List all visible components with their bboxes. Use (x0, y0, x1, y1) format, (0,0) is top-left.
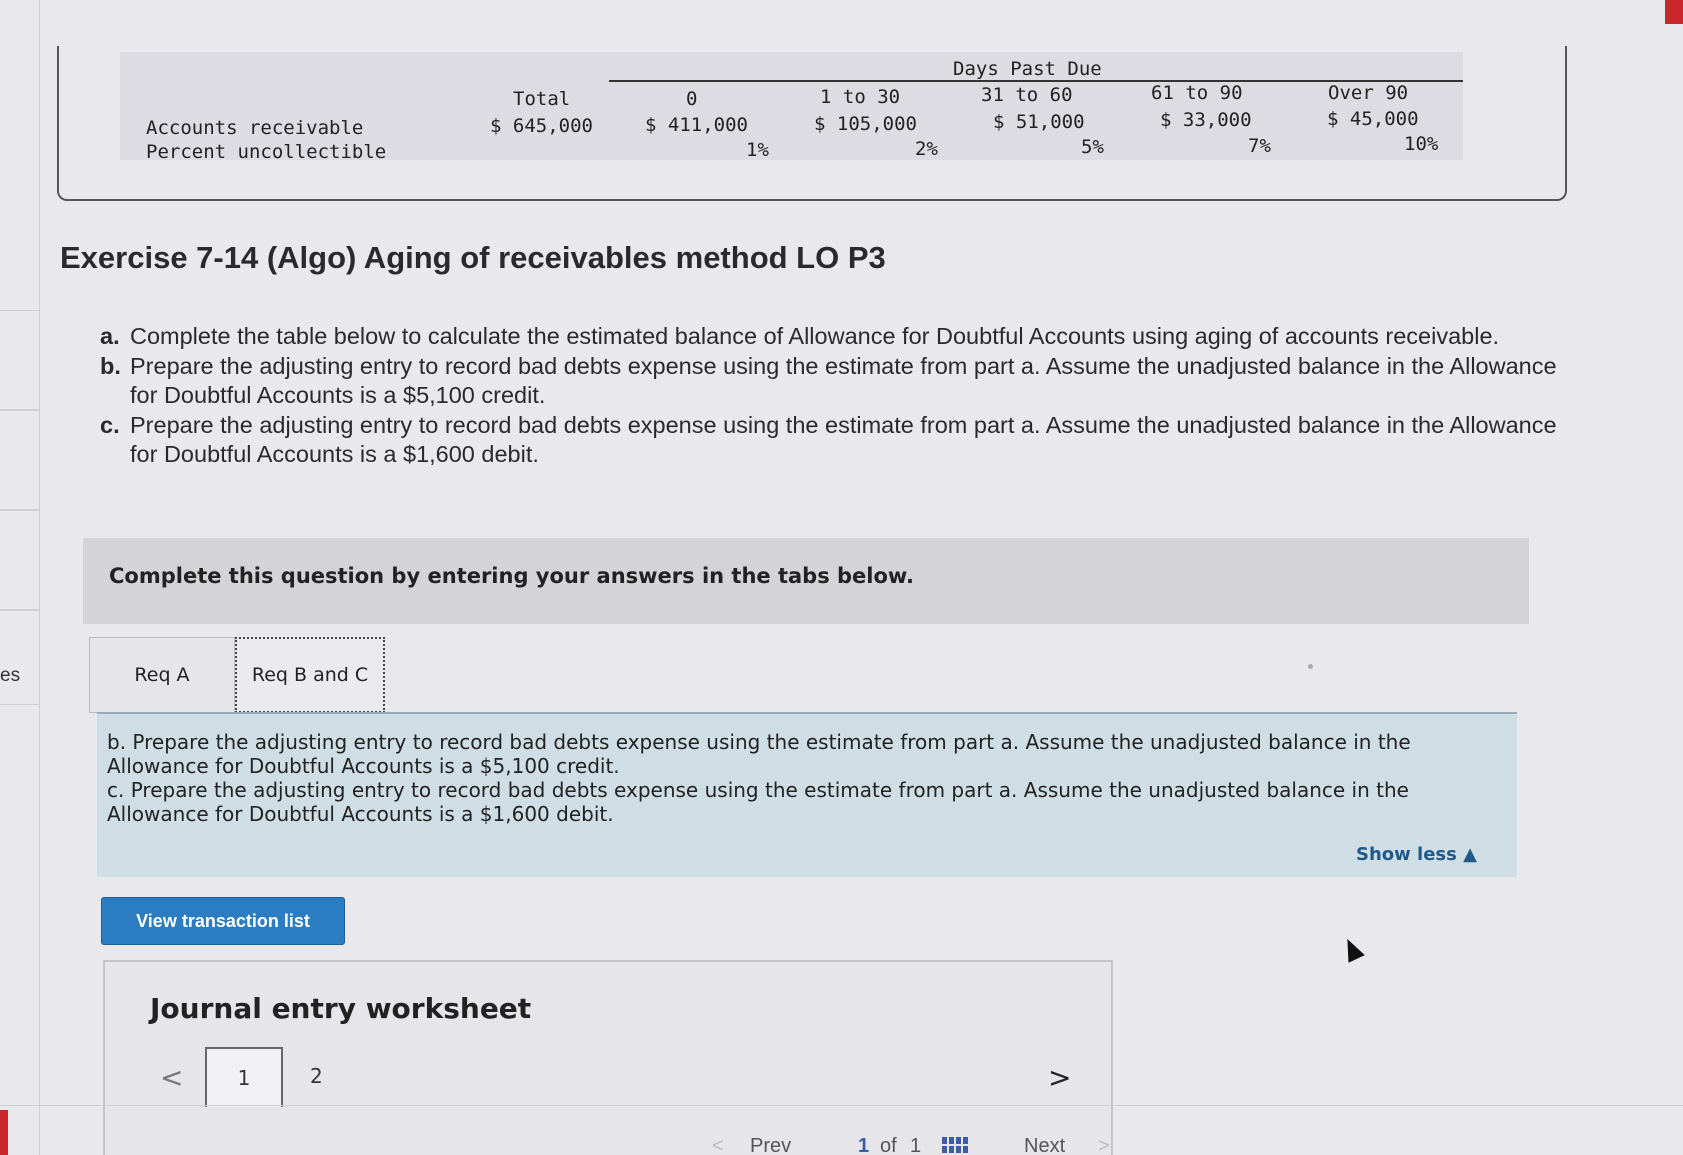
worksheet-nav: < 1 2 > (145, 1047, 1085, 1107)
worksheet-page-1[interactable]: 1 (205, 1047, 283, 1107)
chevron-right-icon: > (1098, 1135, 1110, 1155)
col-header-61-90: 61 to 90 (1151, 82, 1243, 104)
prev-button[interactable]: Prev (750, 1135, 791, 1155)
chevron-right-icon[interactable]: > (1048, 1061, 1071, 1094)
ar-61-90: $ 33,000 (1160, 109, 1252, 131)
tab-req-b-and-c[interactable]: Req B and C (235, 637, 385, 713)
ar-31-60: $ 51,000 (993, 111, 1085, 133)
journal-entry-worksheet: Journal entry worksheet < 1 2 > (103, 960, 1113, 1155)
tab-req-a[interactable]: Req A (89, 637, 235, 713)
col-header-1-30: 1 to 30 (820, 86, 901, 108)
ar-0: $ 411,000 (645, 114, 748, 136)
next-button[interactable]: Next (1024, 1135, 1065, 1155)
instruction-text: Prepare the adjusting entry to record ba… (130, 412, 1557, 467)
corner-tab (0, 1110, 8, 1155)
instruction-marker: c. (100, 412, 120, 438)
instruction-marker: a. (100, 323, 120, 349)
view-transaction-list-button[interactable]: View transaction list (101, 897, 345, 945)
complete-prompt-box: Complete this question by entering your … (83, 538, 1529, 624)
req-line: c. Prepare the adjusting entry to record… (107, 778, 1409, 802)
req-line: Allowance for Doubtful Accounts is a $1,… (107, 802, 614, 826)
current-page: 1 (858, 1135, 870, 1155)
of-label: of (880, 1135, 897, 1155)
sidebar-box (0, 410, 40, 510)
row-label-ar: Accounts receivable (146, 117, 364, 139)
sidebar-box (0, 510, 40, 610)
pct-61-90: 7% (1248, 135, 1271, 157)
req-line: Allowance for Doubtful Accounts is a $5,… (107, 754, 620, 778)
col-header-total: Total (513, 88, 571, 110)
req-b-c-panel: b. Prepare the adjusting entry to record… (97, 712, 1517, 877)
instruction-marker: b. (100, 353, 121, 379)
col-header-over-90: Over 90 (1328, 82, 1409, 104)
chevron-left-icon[interactable]: < (160, 1061, 183, 1094)
complete-prompt: Complete this question by entering your … (109, 564, 914, 588)
aging-table: Days Past Due Total 0 1 to 30 31 to 60 6… (120, 52, 1463, 163)
ar-total: $ 645,000 (490, 115, 593, 137)
ar-1-30: $ 105,000 (814, 113, 917, 135)
chevron-left-icon: < (712, 1135, 724, 1155)
col-header-0: 0 (686, 88, 698, 110)
pct-over-90: 10% (1404, 133, 1439, 155)
page-title: Exercise 7-14 (Algo) Aging of receivable… (60, 240, 886, 275)
worksheet-title: Journal entry worksheet (150, 992, 532, 1025)
total-pages: 1 (910, 1135, 922, 1155)
sidebar-box (0, 310, 40, 410)
show-less-label: Show less (1356, 844, 1457, 865)
instruction-a: a. Complete the table below to calculate… (100, 322, 1560, 351)
mouse-cursor-icon (1339, 935, 1365, 963)
instruction-c: c. Prepare the adjusting entry to record… (100, 411, 1560, 469)
sidebar-box (0, 610, 40, 705)
row-label-percent: Percent uncollectible (146, 141, 387, 163)
grid-icon[interactable] (942, 1137, 968, 1153)
footer-divider (0, 1105, 1683, 1106)
instruction-text: Prepare the adjusting entry to record ba… (130, 353, 1557, 408)
instruction-text: Complete the table below to calculate th… (130, 323, 1500, 349)
corner-tab (1665, 0, 1683, 24)
ar-over-90: $ 45,000 (1327, 108, 1419, 130)
left-sidebar-edge: es (0, 0, 40, 1155)
triangle-up-icon: ▲ (1463, 844, 1477, 865)
sidebar-label: es (0, 665, 21, 686)
col-header-31-60: 31 to 60 (981, 84, 1073, 106)
worksheet-page-2[interactable]: 2 (310, 1064, 323, 1088)
bottom-pager: < Prev 1 of 1 Next > (712, 1135, 1112, 1155)
show-less-link[interactable]: Show less ▲ (1356, 843, 1477, 867)
pct-0: 1% (746, 139, 769, 161)
pct-1-30: 2% (915, 138, 938, 160)
group-header: Days Past Due (953, 58, 1102, 80)
req-line: b. Prepare the adjusting entry to record… (107, 730, 1411, 754)
pct-31-60: 5% (1081, 136, 1104, 158)
instructions: a. Complete the table below to calculate… (100, 322, 1560, 470)
instruction-b: b. Prepare the adjusting entry to record… (100, 352, 1560, 410)
stray-dot (1308, 664, 1313, 669)
